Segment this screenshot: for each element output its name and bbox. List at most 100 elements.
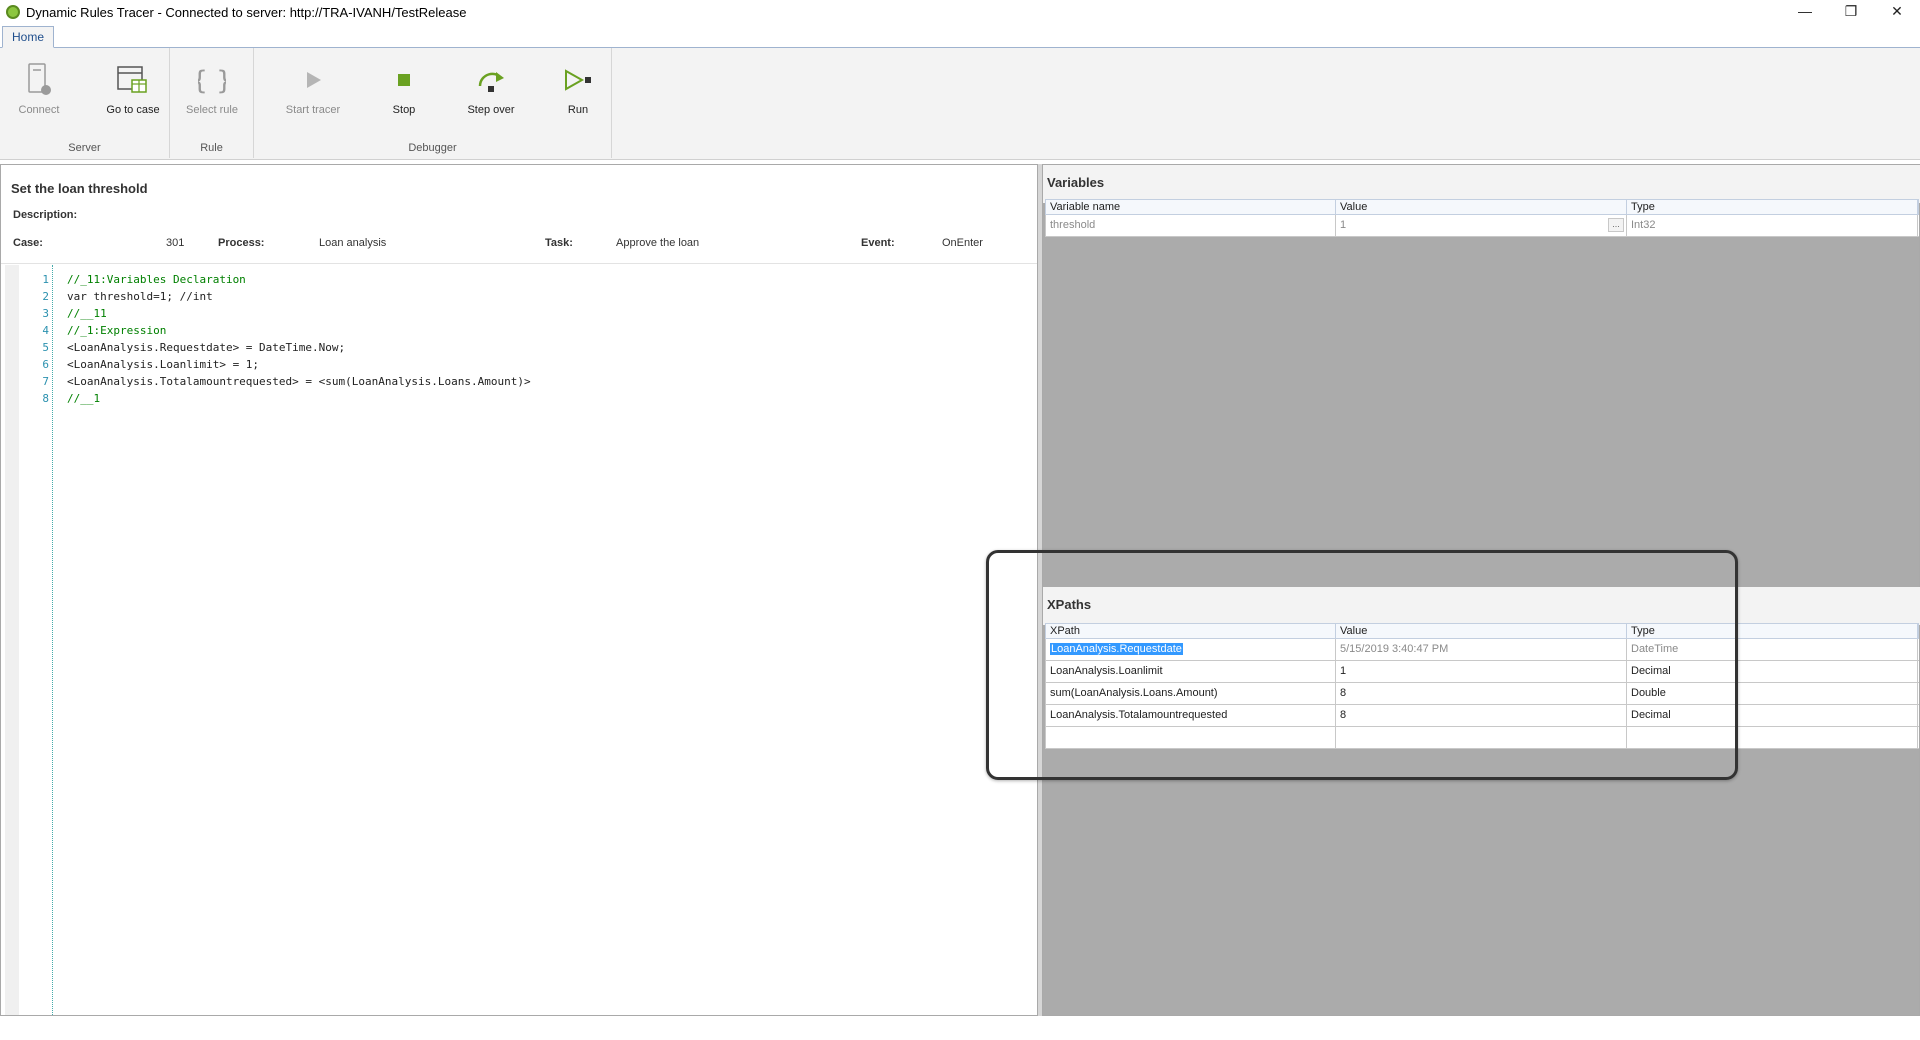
column-type[interactable]: Type	[1627, 200, 1918, 214]
new-row[interactable]	[1045, 727, 1919, 749]
column-value[interactable]: Value	[1336, 200, 1627, 214]
line-number: 2	[42, 290, 49, 303]
code-line: //__1	[67, 392, 101, 405]
play-icon	[278, 62, 348, 98]
line-number: 5	[42, 341, 49, 354]
xpath-cell[interactable]: sum(LoanAnalysis.Loans.Amount)	[1046, 683, 1336, 704]
code-line: //_1:Expression	[67, 324, 167, 337]
restore-button[interactable]: ❐	[1828, 0, 1874, 22]
xpath-cell[interactable]: LoanAnalysis.Loanlimit	[1046, 661, 1336, 682]
column-value[interactable]: Value	[1336, 624, 1627, 638]
go-to-case-label: Go to case	[106, 104, 160, 116]
start-tracer-label: Start tracer	[285, 104, 341, 116]
edit-value-button[interactable]: ...	[1608, 218, 1624, 232]
run-label: Run	[567, 104, 589, 116]
window-title: Dynamic Rules Tracer - Connected to serv…	[26, 4, 467, 20]
process-label: Process:	[218, 237, 265, 249]
xpath-type-cell: DateTime	[1627, 639, 1918, 660]
task-label: Task:	[545, 237, 573, 249]
new-xpath-cell[interactable]	[1046, 727, 1336, 748]
ribbon-group-rule: { } Select rule Rule	[170, 48, 254, 158]
code-line: <LoanAnalysis.Totalamountrequested> = <s…	[67, 375, 531, 388]
case-value: 301	[166, 237, 185, 249]
tab-home[interactable]: Home	[2, 26, 55, 48]
description-label: Description:	[13, 209, 78, 221]
stop-button[interactable]: Stop	[369, 62, 439, 124]
close-button[interactable]: ✕	[1874, 0, 1920, 22]
go-to-case-button[interactable]: Go to case	[98, 62, 168, 124]
step-over-label: Step over	[467, 104, 515, 116]
stop-label: Stop	[392, 104, 416, 116]
table-row[interactable]: LoanAnalysis.Totalamountrequested 8 Deci…	[1045, 705, 1919, 727]
column-xpath[interactable]: XPath	[1046, 624, 1336, 638]
breakpoint-gutter[interactable]	[5, 265, 19, 1015]
new-type-cell	[1627, 727, 1918, 748]
xpath-value-cell: 1	[1336, 661, 1627, 682]
go-to-case-icon	[98, 62, 168, 98]
xpaths-grid: XPath Value Type LoanAnalysis.Requestdat…	[1045, 623, 1919, 749]
task-value: Approve the loan	[616, 237, 700, 249]
column-type[interactable]: Type	[1627, 624, 1918, 638]
line-numbers: 1 2 3 4 5 6 7 8	[19, 271, 49, 407]
xpath-value-cell: 8	[1336, 705, 1627, 726]
table-row[interactable]: sum(LoanAnalysis.Loans.Amount) 8 Double	[1045, 683, 1919, 705]
select-rule-button[interactable]: { } Select rule	[177, 62, 247, 124]
header-divider	[1, 263, 1037, 264]
xpath-value-cell: 8	[1336, 683, 1627, 704]
variable-name-cell: threshold	[1046, 215, 1336, 236]
line-number: 7	[42, 375, 49, 388]
xpath-cell[interactable]: LoanAnalysis.Totalamountrequested	[1046, 705, 1336, 726]
variables-header: Variables	[1043, 165, 1920, 203]
code-line: var threshold=1; //int	[67, 290, 213, 303]
table-row[interactable]: LoanAnalysis.Requestdate 5/15/2019 3:40:…	[1045, 639, 1919, 661]
column-variable-name[interactable]: Variable name	[1046, 200, 1336, 214]
rule-editor-pane: Set the loan threshold Description: Case…	[0, 164, 1038, 1016]
title-bar: Dynamic Rules Tracer - Connected to serv…	[0, 0, 1920, 24]
table-row[interactable]: LoanAnalysis.Loanlimit 1 Decimal	[1045, 661, 1919, 683]
run-button[interactable]: Run	[543, 62, 613, 124]
xpath-type-cell: Decimal	[1627, 661, 1918, 682]
variables-grid: Variable name Value Type threshold 1... …	[1045, 199, 1919, 237]
start-tracer-button[interactable]: Start tracer	[278, 62, 348, 124]
xpath-cell[interactable]: LoanAnalysis.Requestdate	[1046, 639, 1336, 660]
code-line: //_11:Variables Declaration	[67, 273, 246, 286]
xpath-type-cell: Decimal	[1627, 705, 1918, 726]
ribbon-group-debugger: Start tracer Stop Step over Run Debugger	[254, 48, 612, 158]
connect-label: Connect	[18, 104, 60, 116]
new-value-cell	[1336, 727, 1627, 748]
inspector-pane: Variables Variable name Value Type thres…	[1042, 164, 1920, 1016]
ribbon: Connect Go to case Server { } Select rul…	[0, 48, 1920, 160]
xpath-type-cell: Double	[1627, 683, 1918, 704]
variables-title: Variables	[1047, 175, 1105, 190]
process-value: Loan analysis	[319, 237, 387, 249]
stop-icon	[369, 62, 439, 98]
line-number: 1	[42, 273, 49, 286]
code-editor[interactable]: 1 2 3 4 5 6 7 8 //_11:Variables Declarat…	[1, 265, 1037, 1015]
variable-value-text: 1	[1340, 219, 1347, 231]
xpaths-title: XPaths	[1047, 597, 1092, 612]
group-label-rule: Rule	[200, 142, 223, 154]
code-line: //__11	[67, 307, 107, 320]
line-number: 4	[42, 324, 49, 337]
ribbon-group-server: Connect Go to case Server	[0, 48, 170, 158]
window-controls: — ❐ ✕	[1782, 0, 1920, 22]
connect-icon	[4, 62, 74, 98]
event-label: Event:	[861, 237, 895, 249]
connect-button[interactable]: Connect	[4, 62, 74, 124]
table-row[interactable]: threshold 1... Int32	[1045, 215, 1919, 237]
xpaths-grid-header: XPath Value Type	[1045, 623, 1919, 639]
code-line: <LoanAnalysis.Requestdate> = DateTime.No…	[67, 341, 346, 354]
step-over-button[interactable]: Step over	[456, 62, 526, 124]
xpaths-header: XPaths	[1043, 587, 1920, 625]
app-logo-icon	[6, 5, 20, 19]
rule-title: Set the loan threshold	[11, 181, 148, 196]
minimize-button[interactable]: —	[1782, 0, 1828, 22]
case-label: Case:	[13, 237, 43, 249]
code-lines[interactable]: //_11:Variables Declaration var threshol…	[67, 271, 531, 407]
line-number: 8	[42, 392, 49, 405]
variable-value-cell[interactable]: 1...	[1336, 215, 1627, 236]
braces-icon: { }	[177, 62, 247, 98]
selected-xpath-text: LoanAnalysis.Requestdate	[1050, 643, 1183, 655]
group-label-server: Server	[68, 142, 101, 154]
run-icon	[543, 62, 613, 98]
